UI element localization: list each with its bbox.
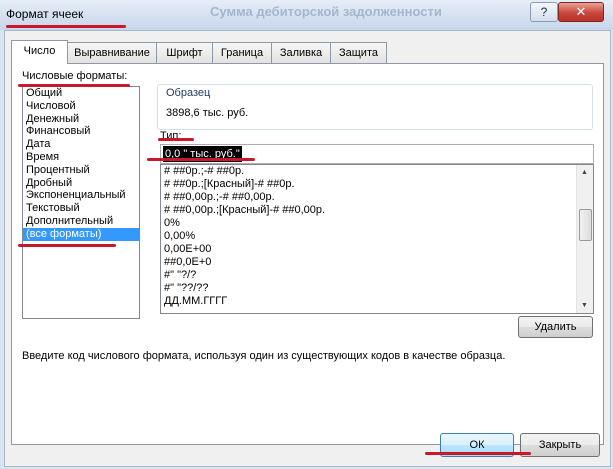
- format-list-scrollbar[interactable]: ▲ ▼: [576, 165, 593, 313]
- format-code-item[interactable]: ##0,0E+0: [161, 256, 593, 269]
- tab-fill[interactable]: Заливка: [271, 42, 331, 63]
- close-button[interactable]: Закрыть: [520, 433, 600, 457]
- help-button[interactable]: ?: [530, 2, 558, 22]
- format-code-item[interactable]: # ##0р.;-# ##0р.: [161, 165, 593, 178]
- annotation-underline-type: [158, 138, 194, 141]
- close-window-button[interactable]: ✕: [558, 2, 604, 22]
- format-code-item[interactable]: 0,00E+00: [161, 243, 593, 256]
- tab-border[interactable]: Граница: [212, 42, 272, 63]
- format-code-item[interactable]: 0,00%: [161, 230, 593, 243]
- tab-protection[interactable]: Защита: [330, 42, 387, 63]
- category-item[interactable]: Денежный: [23, 113, 139, 126]
- scroll-up-arrow-icon[interactable]: ▲: [581, 169, 588, 176]
- category-item[interactable]: Текстовый: [23, 202, 139, 215]
- category-item[interactable]: Дата: [23, 138, 139, 151]
- format-code-item[interactable]: # ##0,00р.;[Красный]-# ##0,00р.: [161, 204, 593, 217]
- category-item[interactable]: Общий: [23, 87, 139, 100]
- dialog-body: Число Выравнивание Шрифт Граница Заливка…: [4, 30, 611, 467]
- number-tab-panel: Числовые форматы: Общий Числовой Денежны…: [11, 63, 604, 445]
- format-code-item[interactable]: # ##0р.;[Красный]-# ##0р.: [161, 178, 593, 191]
- delete-button[interactable]: Удалить: [518, 316, 593, 338]
- format-code-list[interactable]: # ##0р.;-# ##0р. # ##0р.;[Красный]-# ##0…: [160, 164, 594, 314]
- category-item-selected[interactable]: (все форматы): [23, 227, 139, 241]
- format-code-item[interactable]: # ##0,00р.;-# ##0,00р.: [161, 191, 593, 204]
- category-item[interactable]: Процентный: [23, 164, 139, 177]
- annotation-underline-all-formats: [18, 244, 116, 247]
- scroll-thumb[interactable]: [579, 209, 592, 241]
- hint-text: Введите код числового формата, используя…: [22, 350, 506, 362]
- category-item[interactable]: Финансовый: [23, 125, 139, 138]
- format-code-item[interactable]: #" "??/??: [161, 282, 593, 295]
- sample-label: Образец: [166, 87, 211, 99]
- format-code-item[interactable]: ДД.ММ.ГГГГ: [161, 295, 593, 308]
- tab-number[interactable]: Число: [11, 40, 68, 64]
- category-item[interactable]: Экспоненциальный: [23, 189, 139, 202]
- category-item[interactable]: Дробный: [23, 177, 139, 190]
- dialog-title: Формат ячеек: [6, 7, 84, 21]
- annotation-underline-number-formats: [18, 84, 130, 87]
- annotation-underline-title: [6, 25, 126, 28]
- type-input[interactable]: 0,0 " тыс. руб.": [160, 144, 594, 164]
- number-format-category-list[interactable]: Общий Числовой Денежный Финансовый Дата …: [22, 86, 140, 319]
- sample-group: Образец 3898,6 тыс. руб.: [157, 84, 593, 130]
- annotation-underline-ok: [425, 452, 531, 455]
- annotation-underline-type-value: [147, 158, 255, 161]
- scroll-down-arrow-icon[interactable]: ▼: [581, 302, 588, 309]
- sample-value: 3898,6 тыс. руб.: [166, 107, 249, 119]
- tab-alignment[interactable]: Выравнивание: [67, 42, 157, 63]
- format-code-item[interactable]: 0%: [161, 217, 593, 230]
- tab-font[interactable]: Шрифт: [156, 42, 213, 63]
- category-item[interactable]: Числовой: [23, 100, 139, 113]
- background-window-title: Сумма дебиторской задолженности: [210, 4, 442, 19]
- category-item[interactable]: Время: [23, 151, 139, 164]
- format-code-item[interactable]: #" "?/?: [161, 269, 593, 282]
- category-item[interactable]: Дополнительный: [23, 215, 139, 228]
- number-formats-label: Числовые форматы:: [22, 70, 128, 82]
